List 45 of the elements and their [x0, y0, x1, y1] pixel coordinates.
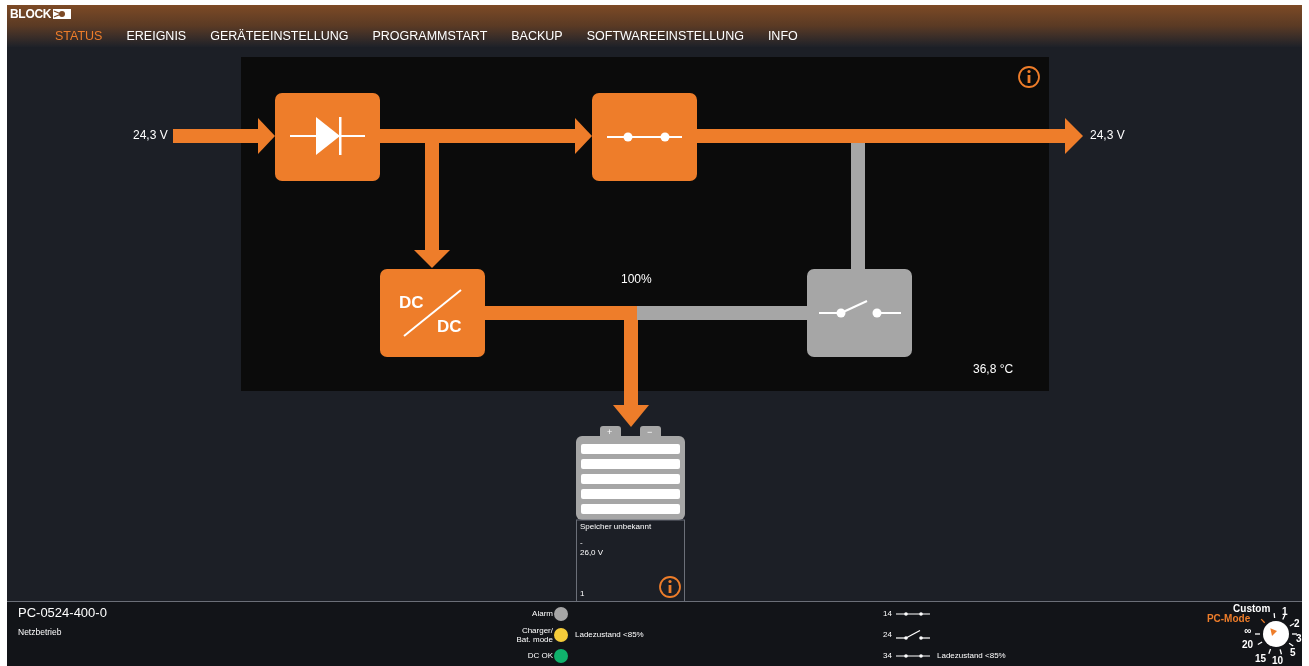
relay-note: Ladezustand <85% — [937, 649, 1006, 662]
dial-label[interactable]: 15 — [1255, 654, 1267, 664]
nav-tab[interactable]: STATUS — [55, 27, 103, 46]
dial-label[interactable]: PC-Mode — [1206, 614, 1251, 624]
logo-icon — [53, 8, 72, 19]
diode-icon — [289, 117, 366, 155]
info-icon[interactable] — [1018, 66, 1040, 88]
dial-label[interactable]: ∞ — [1244, 626, 1252, 636]
nav-tab[interactable]: GERÄTEEINSTELLUNG — [210, 27, 349, 46]
converter-label: DC — [437, 318, 462, 335]
temperature-label: 36,8 °C — [973, 363, 1014, 375]
logo-text: BLOCK — [10, 7, 52, 20]
terminal-label: − — [647, 428, 653, 437]
battery-number: 1 — [580, 590, 585, 598]
dial-label[interactable]: 2 — [1294, 619, 1300, 629]
led-label: Charger/ Bat. mode — [515, 625, 553, 644]
dial-label[interactable]: 1 — [1282, 607, 1288, 617]
battery-icon — [576, 426, 685, 520]
dial-label[interactable]: 3 — [1296, 634, 1302, 644]
load-label: 100% — [621, 273, 652, 285]
dial-label[interactable]: 5 — [1290, 648, 1296, 658]
converter-label: DC — [399, 294, 424, 311]
dial-label[interactable]: Custom — [1233, 604, 1271, 614]
battery-detail: - — [580, 539, 583, 547]
relay-number: 34 — [883, 649, 893, 662]
dial-label[interactable]: 10 — [1272, 656, 1284, 666]
voltage-label: 24,3 V — [1090, 129, 1125, 141]
voltage-label: 24,3 V — [133, 129, 168, 141]
nav-tab[interactable]: BACKUP — [511, 27, 563, 46]
nav-tab[interactable]: PROGRAMMSTART — [372, 27, 488, 46]
nav-tab[interactable]: INFO — [767, 27, 798, 46]
led-note: Ladezustand <85% — [575, 628, 644, 641]
nav-tab[interactable]: SOFTWAREEINSTELLUNG — [586, 27, 744, 46]
info-icon[interactable] — [659, 576, 681, 598]
relay-number: 24 — [883, 629, 893, 641]
terminal-label: + — [607, 428, 613, 437]
battery-voltage: 26,0 V — [580, 549, 604, 557]
operating-mode: Netzbetrieb — [18, 628, 63, 637]
dial-label[interactable]: 20 — [1242, 640, 1254, 650]
nav-tab[interactable]: EREIGNIS — [126, 27, 187, 46]
battery-status: Speicher unbekannt — [580, 523, 652, 531]
relay-number: 14 — [883, 608, 893, 621]
device-id: PC-0524-400-0 — [18, 606, 108, 619]
led-label: DC OK — [526, 651, 553, 660]
led-label: Alarm — [531, 609, 553, 618]
